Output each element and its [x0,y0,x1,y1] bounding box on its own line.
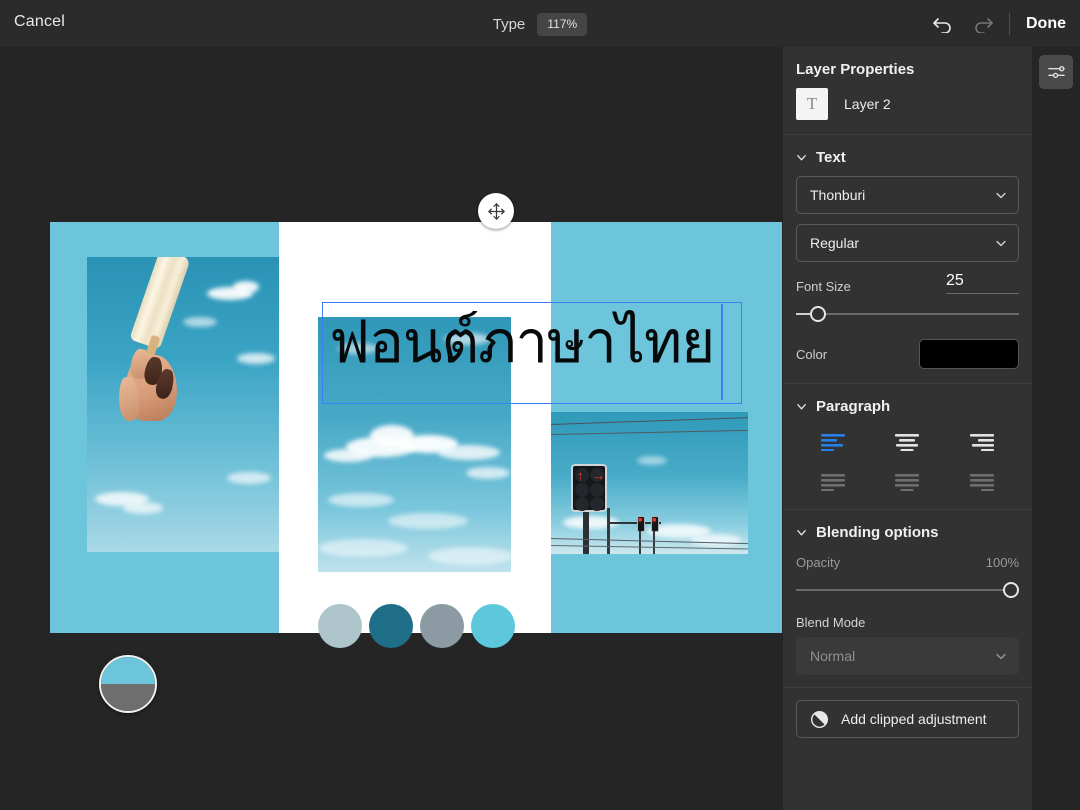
toolbar-divider [1009,12,1010,35]
justify-center-button[interactable] [870,473,944,491]
font-style-value: Regular [810,235,860,251]
loupe-bottom-color [101,684,155,711]
color-loupe[interactable] [99,655,157,713]
layer-properties-panel: Layer Properties T Layer 2 Text Thonburi… [783,47,1032,810]
zoom-level-badge[interactable]: 117% [537,13,588,36]
blending-section-header[interactable]: Blending options [796,510,1019,551]
text-section-title: Text [816,149,846,166]
color-label: Color [796,346,828,362]
justify-center-icon [895,474,920,491]
align-left-button[interactable] [796,433,870,451]
font-family-value: Thonburi [810,187,866,203]
opacity-label: Opacity [796,555,841,570]
photo-popsicle-hand[interactable] [87,257,279,552]
text-color-swatch[interactable] [919,339,1019,369]
font-size-slider-track [796,313,1019,315]
layer-item[interactable]: T Layer 2 [783,78,1032,134]
text-layer-content[interactable]: ฟอนต์ภาษาไทย [329,309,715,376]
font-size-slider[interactable] [796,303,1019,325]
align-center-button[interactable] [870,433,944,451]
page-title: Type [492,16,526,33]
chevron-down-icon [797,530,806,536]
chevron-down-icon [996,240,1006,247]
chevron-down-icon [797,155,806,161]
color-swatch-row [318,604,515,648]
undo-button[interactable] [923,4,963,44]
font-style-select[interactable]: Regular [796,224,1019,262]
photo-traffic-light[interactable]: ↑ → ■ ■ [551,412,748,554]
font-size-label: Font Size [796,279,851,294]
top-toolbar: Cancel Type 117% Done [0,0,1080,47]
text-section-header[interactable]: Text [796,135,1019,176]
justify-right-icon [969,474,994,491]
paragraph-section-header[interactable]: Paragraph [796,384,1019,425]
panel-title: Layer Properties [796,61,915,78]
blending-section-title: Blending options [816,524,939,541]
panel-divider-4 [783,687,1032,688]
properties-toggle-button[interactable] [1039,55,1073,89]
canvas-area[interactable]: ↑ → ■ ■ ฟอนต์ภาษาไทย [0,47,783,810]
align-right-icon [969,434,994,451]
align-left-icon [821,434,846,451]
justify-right-button[interactable] [945,473,1019,491]
blending-options-section: Blending options Opacity 100% Blend Mode… [783,510,1032,675]
align-center-icon [895,434,920,451]
blend-mode-value: Normal [810,648,856,664]
opacity-slider-track [796,589,1019,591]
swatch-2[interactable] [369,604,413,648]
text-caret [721,304,723,400]
undo-icon [933,17,951,33]
align-right-button[interactable] [945,433,1019,451]
photo-editor-app: Cancel Type 117% Done ↑ → ■ ■ ฟอนต์ภาษาไ… [0,0,1080,810]
add-clipped-adjustment-button[interactable]: Add clipped adjustment [796,700,1019,738]
add-clipped-adjustment-label: Add clipped adjustment [841,711,987,727]
chevron-down-icon [996,192,1006,199]
chevron-down-icon [797,404,806,410]
layer-name: Layer 2 [844,96,891,112]
opacity-slider-knob[interactable] [1003,582,1019,598]
artboard[interactable]: ↑ → ■ ■ ฟอนต์ภาษาไทย [50,222,782,648]
alignment-button-grid [796,425,1019,509]
move-handle[interactable] [478,193,514,229]
font-size-input[interactable]: 25 [946,272,1019,294]
font-family-select[interactable]: Thonburi [796,176,1019,214]
layer-thumbnail-text-icon: T [796,88,828,120]
redo-button[interactable] [963,4,1003,44]
sliders-icon [1047,65,1065,78]
swatch-3[interactable] [420,604,464,648]
justify-left-button[interactable] [796,473,870,491]
paragraph-section: Paragraph [783,384,1032,509]
topbar-actions: Done [923,0,1066,47]
text-color-row: Color [796,339,1019,369]
right-rail [1032,47,1080,810]
swatch-1[interactable] [318,604,362,648]
adjustment-circle-icon [810,710,829,728]
text-layer[interactable]: ฟอนต์ภาษาไทย [322,302,742,404]
opacity-value: 100% [985,555,1019,570]
done-button[interactable]: Done [1020,15,1066,33]
chevron-down-icon [996,653,1006,660]
redo-icon [975,17,993,33]
swatch-4[interactable] [471,604,515,648]
move-handle-icon [487,202,505,220]
text-section: Text Thonburi Regular Font Size 25 Color [783,135,1032,369]
font-size-slider-knob[interactable] [810,306,827,322]
blend-mode-select[interactable]: Normal [796,637,1019,675]
paragraph-section-title: Paragraph [816,398,891,415]
font-size-row: Font Size 25 [796,272,1019,294]
topbar-center-group: Type 117% [0,13,1080,36]
loupe-top-color [101,657,155,684]
blend-mode-label: Blend Mode [796,615,866,630]
opacity-row: Opacity 100% [796,555,1019,570]
justify-left-icon [821,474,846,491]
opacity-slider[interactable] [796,579,1019,601]
